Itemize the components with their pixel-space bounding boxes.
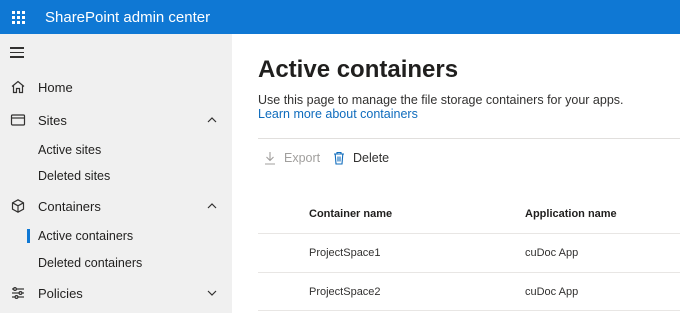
app-launcher-button[interactable] <box>0 0 36 34</box>
sidebar-item-containers[interactable]: Containers <box>0 193 232 219</box>
page-title: Active containers <box>258 56 459 83</box>
sliders-icon <box>12 286 24 300</box>
column-header-container-name[interactable]: Container name <box>309 208 392 220</box>
chevron-up-icon[interactable] <box>206 114 218 126</box>
sidebar-item-deleted-containers[interactable]: Deleted containers <box>0 251 232 275</box>
download-icon <box>265 152 275 165</box>
sidebar-item-label: Sites <box>38 112 67 128</box>
selected-indicator <box>27 229 30 243</box>
delete-label: Delete <box>353 151 390 165</box>
sidebar-item-policies[interactable]: Policies <box>0 280 232 306</box>
learn-more-link[interactable]: Learn more about containers <box>258 107 418 121</box>
sidebar-item-home[interactable]: Home <box>0 74 232 100</box>
export-button[interactable]: Export <box>264 148 320 168</box>
cube-icon <box>11 199 25 213</box>
sidebar-item-label: Containers <box>38 198 101 214</box>
divider <box>258 138 680 139</box>
sidebar-item-active-sites[interactable]: Active sites <box>0 138 232 162</box>
sites-icon <box>10 114 26 126</box>
container-name-cell: ProjectSpace2 <box>309 286 381 298</box>
app-title[interactable]: SharePoint admin center <box>45 9 210 26</box>
sidebar-item-label: Active containers <box>38 229 134 243</box>
column-header-application-name[interactable]: Application name <box>525 208 617 220</box>
trash-icon <box>334 151 344 165</box>
application-name-cell: cuDoc App <box>525 286 579 298</box>
sidebar-item-active-containers[interactable]: Active containers <box>0 224 232 248</box>
sidebar-item-sites[interactable]: Sites <box>0 107 232 133</box>
home-icon <box>11 80 25 94</box>
left-nav: Home Sites Active sites Deleted sites Co… <box>0 34 232 313</box>
main-content: Active containers Use this page to manag… <box>232 34 680 313</box>
table-row[interactable]: ProjectSpace2 cuDoc App <box>258 272 680 311</box>
delete-button[interactable]: Delete <box>333 148 389 168</box>
sidebar-item-label: Active sites <box>38 143 102 157</box>
page-description: Use this page to manage the file storage… <box>258 93 624 107</box>
waffle-icon <box>11 10 25 24</box>
application-name-cell: cuDoc App <box>525 247 579 259</box>
sidebar-item-deleted-sites[interactable]: Deleted sites <box>0 164 232 188</box>
top-bar: SharePoint admin center <box>0 0 680 34</box>
sidebar-item-label: Deleted sites <box>38 169 111 183</box>
chevron-down-icon[interactable] <box>206 287 218 299</box>
export-label: Export <box>284 151 321 165</box>
table-row[interactable]: ProjectSpace1 cuDoc App <box>258 233 680 272</box>
container-name-cell: ProjectSpace1 <box>309 247 381 259</box>
sidebar-item-label: Deleted containers <box>38 256 143 270</box>
hamburger-menu-icon[interactable] <box>10 47 26 59</box>
chevron-up-icon[interactable] <box>206 200 218 212</box>
sidebar-item-label: Home <box>38 79 73 95</box>
sidebar-item-label: Policies <box>38 285 83 301</box>
